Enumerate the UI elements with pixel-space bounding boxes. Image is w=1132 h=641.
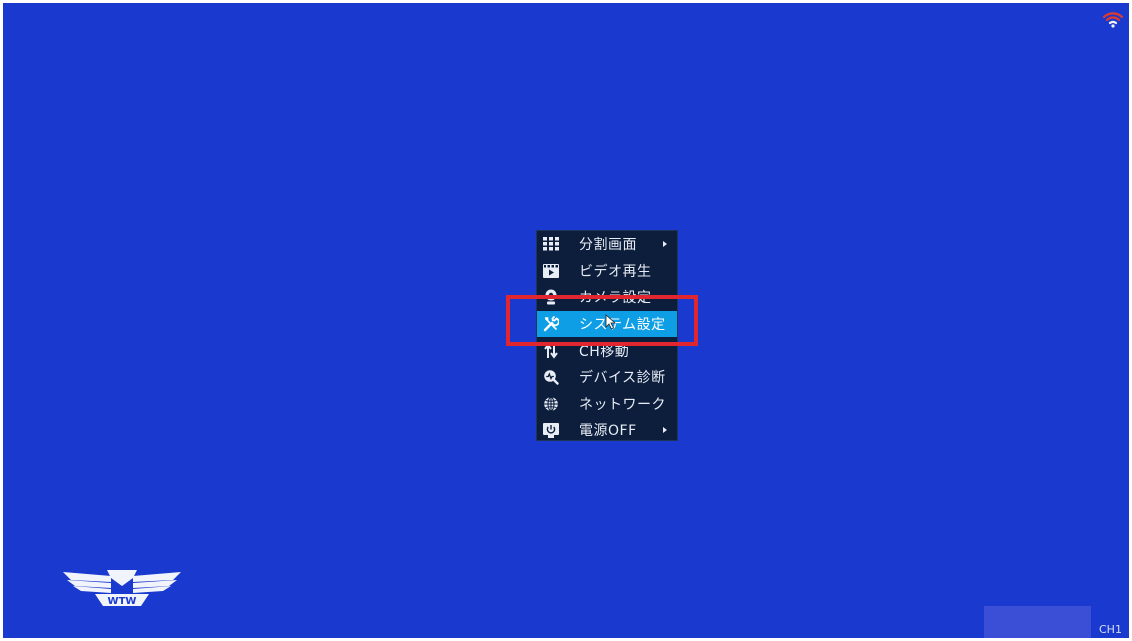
video-playback-icon [543, 263, 559, 279]
diagnostics-icon [543, 369, 559, 385]
globe-icon [543, 396, 559, 412]
annotation-highlight-box [506, 295, 698, 346]
menu-item-label: 電源OFF [579, 423, 637, 440]
menu-item-label: ビデオ再生 [579, 263, 652, 280]
menu-item-power-off[interactable]: 電源OFF [537, 417, 677, 444]
menu-item-network[interactable]: ネットワーク [537, 391, 677, 418]
channel-label: CH1 [1099, 623, 1122, 636]
submenu-arrow-icon [663, 427, 667, 434]
logo-text: WTW [108, 596, 137, 607]
grid-icon [543, 236, 559, 252]
status-panel [984, 606, 1091, 638]
menu-item-split-screen[interactable]: 分割画面 [537, 231, 677, 258]
menu-item-label: 分割画面 [579, 237, 637, 254]
wifi-icon [1102, 12, 1124, 28]
power-screen-icon [543, 422, 559, 438]
mouse-cursor-icon [605, 314, 617, 330]
submenu-arrow-icon [663, 241, 667, 248]
menu-item-device-diagnostics[interactable]: デバイス診断 [537, 364, 677, 391]
menu-item-label: デバイス診断 [579, 370, 666, 387]
menu-item-video-playback[interactable]: ビデオ再生 [537, 258, 677, 285]
winged-logo-icon: WTW [63, 570, 181, 607]
menu-item-label: ネットワーク [579, 396, 666, 413]
nvr-screen[interactable]: 分割画面 ビデオ再生 カメラ設定 システム設定 CH移動 デバイス診断 ネットワ… [3, 3, 1129, 638]
